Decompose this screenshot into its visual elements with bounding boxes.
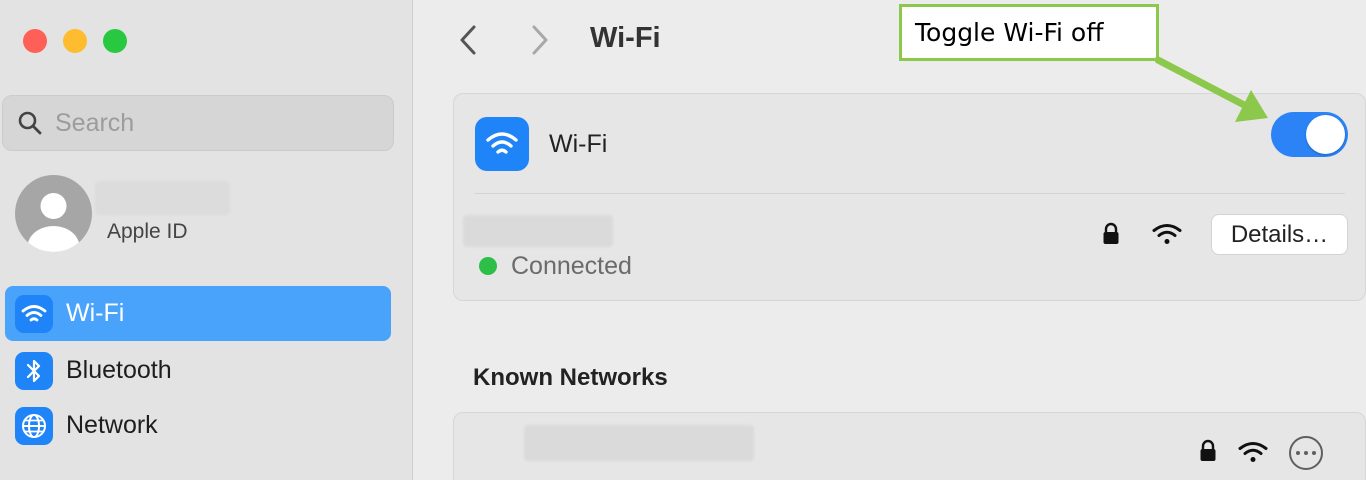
connected-status-dot	[479, 257, 497, 275]
sidebar-item-label: Bluetooth	[66, 356, 172, 384]
wifi-signal-icon	[1238, 442, 1268, 462]
search-input[interactable]: Search	[2, 95, 394, 151]
avatar[interactable]	[15, 175, 92, 252]
zoom-window-button[interactable]	[103, 29, 127, 53]
globe-icon	[15, 406, 53, 445]
known-networks-list	[453, 412, 1366, 480]
search-icon	[18, 111, 42, 135]
divider	[474, 193, 1345, 194]
annotation-arrow-icon	[1154, 56, 1268, 122]
annotation-callout: Toggle Wi-Fi off	[899, 4, 1159, 61]
sidebar: Search Apple ID Wi-Fi Bluetooth Network	[0, 0, 413, 480]
apple-id-label[interactable]: Apple ID	[107, 220, 188, 244]
known-networks-title: Known Networks	[473, 364, 668, 391]
sidebar-item-label: Wi-Fi	[66, 299, 125, 327]
close-window-button[interactable]	[23, 29, 47, 53]
more-options-icon[interactable]	[1289, 436, 1323, 470]
details-button[interactable]: Details…	[1211, 214, 1348, 255]
forward-button[interactable]	[530, 24, 550, 56]
connection-status: Connected	[511, 252, 632, 280]
wifi-icon	[475, 117, 529, 171]
wifi-toggle[interactable]	[1271, 112, 1348, 157]
account-name-redacted	[95, 181, 230, 215]
page-title: Wi-Fi	[590, 22, 661, 54]
known-network-name-redacted	[524, 425, 754, 461]
lock-icon	[1200, 439, 1216, 461]
wifi-signal-icon	[1152, 224, 1182, 244]
sidebar-item-wifi[interactable]: Wi-Fi	[5, 286, 391, 341]
sidebar-item-bluetooth[interactable]: Bluetooth	[5, 343, 391, 398]
toggle-knob	[1306, 115, 1345, 154]
minimize-window-button[interactable]	[63, 29, 87, 53]
back-button[interactable]	[458, 24, 478, 56]
sidebar-item-label: Network	[66, 411, 158, 439]
lock-icon	[1103, 222, 1119, 244]
wifi-icon	[15, 294, 53, 333]
search-placeholder: Search	[55, 108, 135, 137]
wifi-label: Wi-Fi	[549, 130, 608, 158]
bluetooth-icon	[15, 351, 53, 390]
network-name-redacted	[463, 215, 613, 247]
sidebar-item-network[interactable]: Network	[5, 398, 391, 453]
